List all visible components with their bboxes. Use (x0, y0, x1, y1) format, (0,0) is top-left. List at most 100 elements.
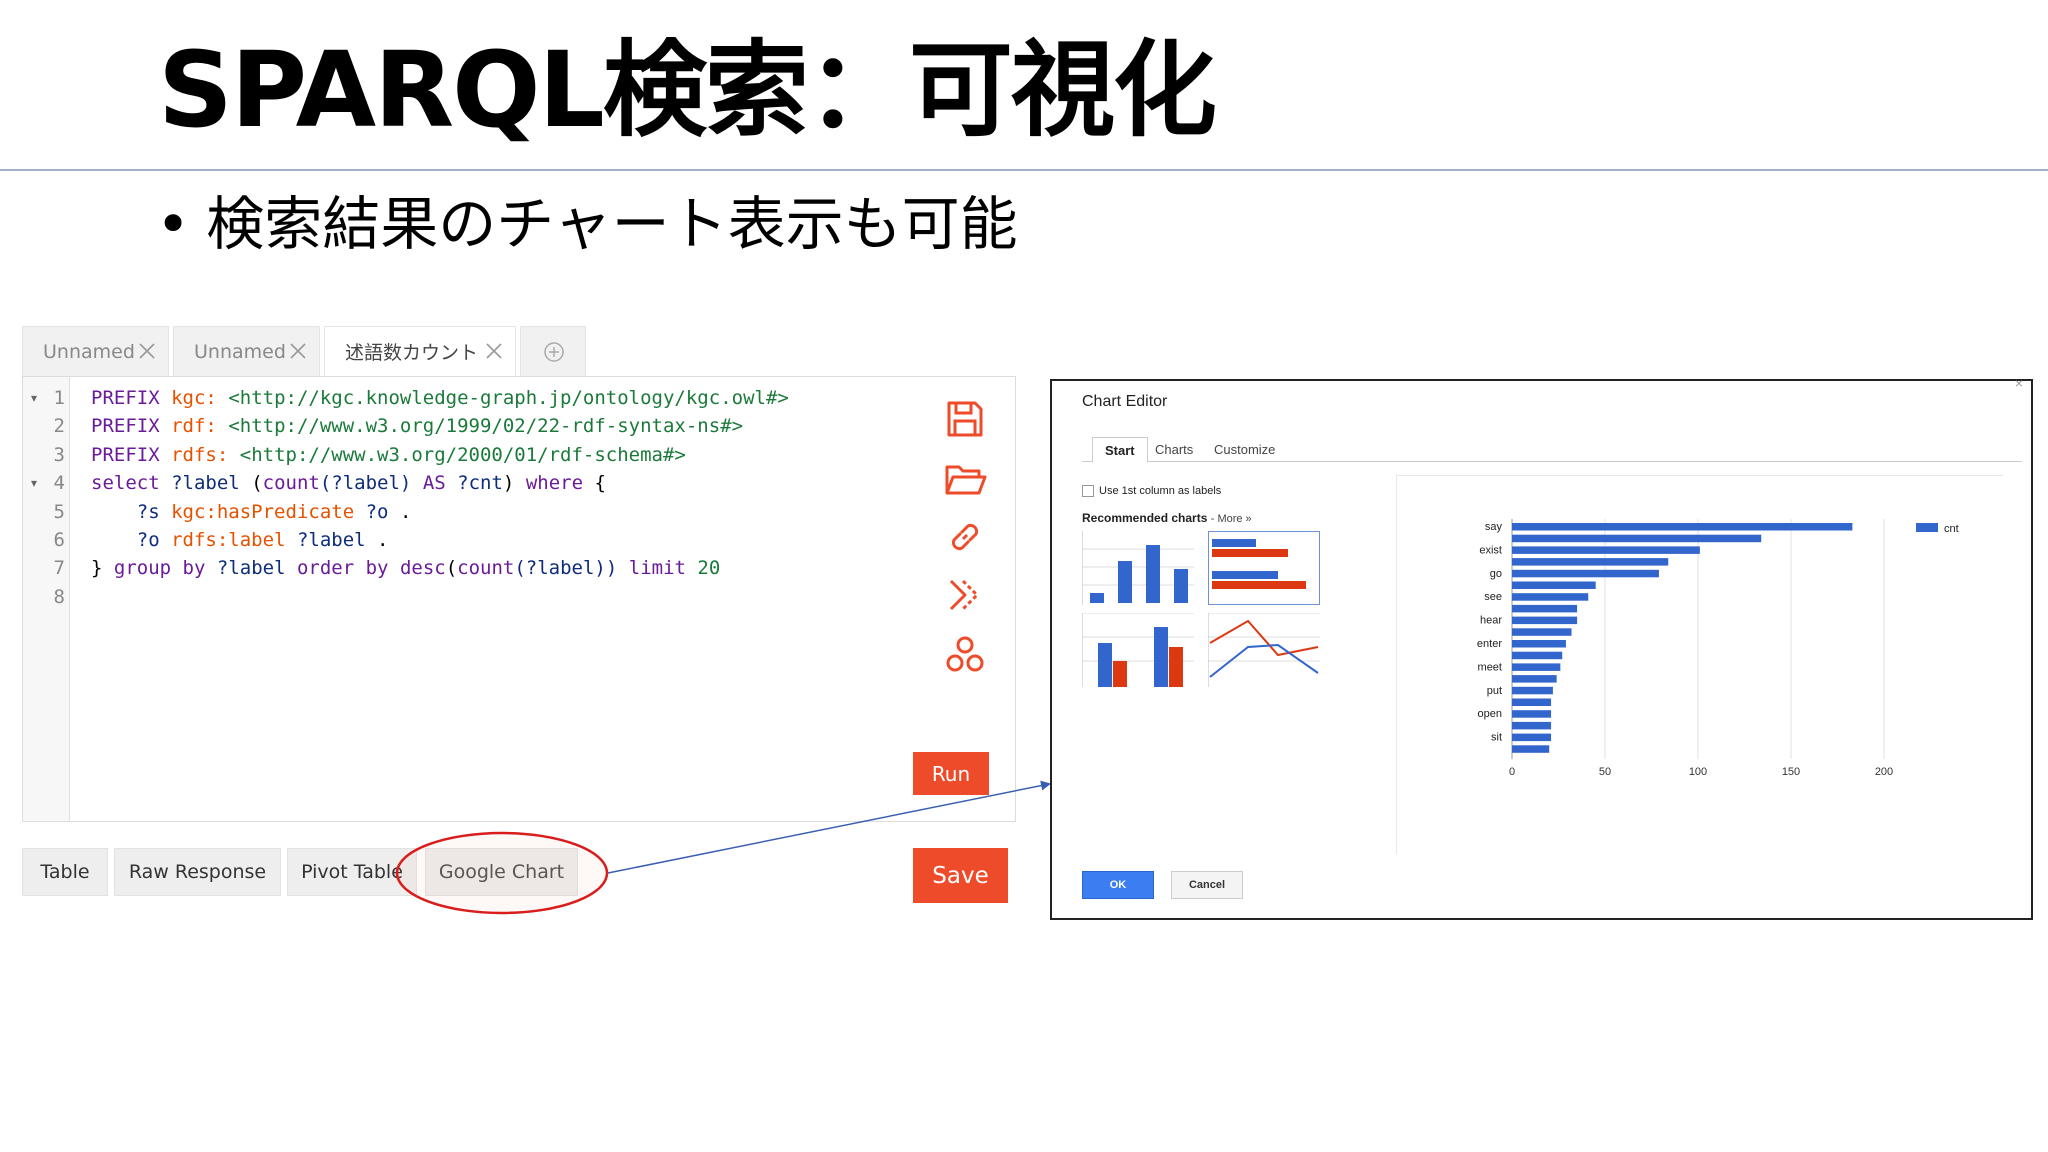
prefix: rdf: (171, 415, 217, 437)
line-number: 2 (53, 415, 65, 437)
code-line-1: PREFIX kgc: <http://kgc.knowledge-graph.… (91, 384, 789, 412)
y-tick-label: exist (1479, 544, 1502, 556)
result-tab-table[interactable]: Table (22, 848, 108, 896)
x-tick-label: 200 (1875, 766, 1893, 778)
line-number: 3 (53, 444, 65, 466)
close-icon[interactable]: × (2015, 375, 2023, 391)
y-tick-label: see (1484, 591, 1502, 603)
cancel-button[interactable]: Cancel (1171, 871, 1243, 899)
plus-circle-icon (544, 342, 564, 362)
variable: ?s (136, 501, 160, 523)
uri: <http://www.w3.org/1999/02/22-rdf-syntax… (228, 415, 744, 437)
bar (1512, 581, 1596, 589)
bar (1512, 569, 1659, 578)
bar (1512, 546, 1700, 554)
bar (1512, 640, 1566, 648)
chevrons-right-icon[interactable] (943, 573, 987, 617)
tab-customize[interactable]: Customize (1214, 437, 1275, 461)
query-tab-label: Unnamed (43, 340, 135, 363)
nodes-icon[interactable] (943, 633, 987, 677)
uri: <http://www.w3.org/2000/01/rdf-schema#> (239, 444, 686, 466)
query-tab-3[interactable]: 述語数カウント (324, 326, 516, 376)
bar (1512, 593, 1589, 601)
checkbox[interactable] (1082, 485, 1094, 497)
result-tab-pivot-table[interactable]: Pivot Table (287, 848, 417, 896)
token: ( (251, 472, 263, 494)
token: } (91, 557, 103, 579)
line-number: 7 (53, 557, 65, 579)
run-button[interactable]: Run (913, 752, 989, 795)
y-tick-label: enter (1477, 638, 1502, 650)
query-tab-label: Unnamed (194, 340, 286, 363)
ok-button[interactable]: OK (1082, 871, 1154, 899)
prefix: rdfs: (171, 444, 229, 466)
line-number: 6 (53, 529, 65, 551)
keyword: desc (399, 557, 446, 579)
code-line-7: } group by ?label order by desc(count(?l… (91, 554, 720, 582)
tab-start[interactable]: Start (1092, 437, 1148, 463)
save-button[interactable]: Save (913, 848, 1008, 903)
folder-open-icon[interactable] (943, 457, 987, 501)
x-tick-label: 150 (1782, 766, 1800, 778)
token: . (399, 501, 412, 523)
dialog-tab-divider (1082, 461, 2022, 462)
bar (1512, 523, 1853, 531)
query-tab-1[interactable]: Unnamed (22, 326, 169, 376)
bar (1512, 558, 1669, 566)
close-icon[interactable] (287, 340, 309, 362)
grouped-column-thumbnail[interactable] (1082, 613, 1194, 687)
prefix: rdfs:label (171, 529, 286, 551)
number: 20 (697, 557, 721, 579)
close-icon[interactable] (136, 340, 158, 362)
result-tab-google-chart[interactable]: Google Chart (425, 848, 578, 896)
slide-title: SPARQL検索：可視化 (158, 29, 1217, 151)
bullet-mark: • (156, 190, 191, 258)
bar-chart-thumbnail[interactable] (1208, 531, 1320, 605)
token: (?label)) (514, 557, 618, 579)
keyword: select (91, 472, 160, 494)
legend-label: cnt (1944, 523, 1959, 535)
token: ) (502, 472, 515, 494)
uri: <http://kgc.knowledge-graph.jp/ontology/… (228, 387, 789, 409)
keyword: PREFIX (91, 444, 160, 466)
y-tick-label: meet (1478, 661, 1502, 673)
query-tab-label: 述語数カウント (345, 342, 479, 364)
save-icon[interactable] (943, 397, 987, 441)
x-tick-label: 50 (1599, 766, 1611, 778)
keyword: PREFIX (91, 387, 160, 409)
chart-editor-dialog: Chart Editor × Start Charts Customize Us… (1050, 375, 2033, 920)
bar (1512, 663, 1561, 671)
first-column-option[interactable]: Use 1st column as labels (1082, 485, 1221, 497)
bar (1512, 698, 1552, 706)
keyword: order by (296, 557, 389, 579)
line-number: 5 (53, 501, 65, 523)
more-link[interactable]: - More » (1211, 513, 1252, 525)
code-line-6: ?o rdfs:label ?label . (91, 526, 389, 554)
query-tab-2[interactable]: Unnamed (173, 326, 320, 376)
line-number: 8 (53, 586, 65, 608)
bar (1512, 686, 1553, 695)
close-icon[interactable] (483, 340, 505, 362)
column-chart-thumbnail[interactable] (1082, 531, 1194, 605)
link-icon[interactable] (943, 515, 987, 559)
bar (1512, 710, 1552, 718)
keyword: where (525, 472, 584, 494)
y-tick-label: say (1485, 521, 1503, 533)
y-tick-label: go (1490, 568, 1502, 580)
variable: ?label (171, 472, 240, 494)
variable: ?o (365, 501, 389, 523)
variable: ?o (136, 529, 160, 551)
result-tab-raw-response[interactable]: Raw Response (114, 848, 281, 896)
code-line-5: ?s kgc:hasPredicate ?o . (91, 498, 412, 526)
add-tab-button[interactable] (520, 326, 586, 376)
x-tick-label: 100 (1689, 766, 1707, 778)
keyword: count (457, 557, 515, 579)
bullet-point: • 検索結果のチャート表示も可能 (156, 190, 1018, 260)
line-chart-thumbnail[interactable] (1208, 613, 1320, 687)
bar (1512, 651, 1563, 660)
y-tick-label: hear (1480, 615, 1502, 627)
query-editor[interactable]: ▾ ▾ 1 2 3 4 5 6 7 8 PREFIX kgc: <http://… (22, 376, 1016, 822)
tab-charts[interactable]: Charts (1155, 437, 1193, 461)
token: ( (445, 557, 458, 579)
recommended-label: Recommended charts (1082, 511, 1208, 525)
